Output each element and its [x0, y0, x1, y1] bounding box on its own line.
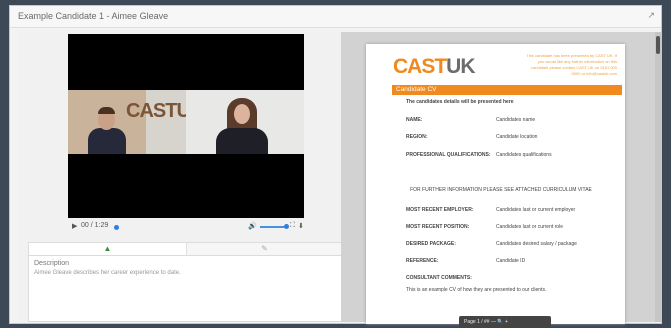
play-icon[interactable]: ▶: [72, 222, 77, 230]
video-player[interactable]: CASTUK: [68, 34, 304, 218]
cv-title-bar: Candidate CV: [392, 85, 622, 95]
download-icon[interactable]: ⬇: [298, 222, 304, 230]
volume-slider[interactable]: [260, 226, 287, 228]
description-text: Aimee Gleave describes her career experi…: [34, 270, 181, 276]
company-address: This candidate has been presented by CAS…: [526, 53, 617, 76]
volume-icon[interactable]: 🔊: [248, 222, 257, 230]
interviewer-panel: CASTUK: [68, 90, 204, 154]
castuk-logo: CASTUK: [393, 55, 476, 78]
field-value: Candidates qualifications: [496, 152, 552, 158]
candidate-window: Example Candidate 1 - Aimee Gleave ↗ CAS…: [9, 5, 662, 328]
cv-intro: The candidates details will be presented…: [406, 99, 514, 105]
pdf-viewer: CASTUK This candidate has been presented…: [341, 32, 661, 328]
further-info-note: FOR FURTHER INFORMATION PLEASE SEE ATTAC…: [410, 187, 592, 193]
left-pane: CASTUK ▶ 00 / 1:29 🔊 ⛶ ⬇ ▲ ✎ Description…: [18, 32, 342, 322]
comments-label: CONSULTANT COMMENTS:: [406, 275, 472, 281]
description-label: Description: [34, 260, 70, 267]
scroll-thumb[interactable]: [656, 36, 660, 54]
fullscreen-icon[interactable]: ⛶: [290, 222, 295, 230]
volume-knob[interactable]: [284, 224, 289, 229]
cv-document: CASTUK This candidate has been presented…: [366, 44, 625, 324]
field-value: Candidate location: [496, 134, 538, 140]
field-value: Candidates last or current employer: [496, 207, 576, 213]
field-label: MOST RECENT EMPLOYER:: [406, 207, 474, 213]
field-label: REFERENCE:: [406, 258, 439, 264]
comments-text: This is an example CV of how they are pr…: [406, 287, 547, 293]
field-label: DESIRED PACKAGE:: [406, 241, 456, 247]
tab-bar: ▲ ✎: [28, 242, 342, 256]
candidate-panel: [186, 90, 304, 154]
seek-handle[interactable]: [114, 225, 119, 230]
video-controls: ▶ 00 / 1:29 🔊 ⛶ ⬇: [68, 220, 304, 232]
expand-icon[interactable]: ↗: [647, 10, 655, 21]
field-label: REGION:: [406, 134, 428, 140]
window-title: Example Candidate 1 - Aimee Gleave: [18, 11, 169, 21]
pdf-scrollbar[interactable]: [655, 32, 661, 322]
field-label: MOST RECENT POSITION:: [406, 224, 470, 230]
pdf-page-toolbar[interactable]: Page 1 / ## — 🔍 +: [459, 316, 551, 328]
tab-notes[interactable]: ✎: [186, 243, 343, 255]
description-panel: Description Aimee Gleave describes her c…: [28, 256, 342, 322]
field-value: Candidates name: [496, 117, 536, 123]
field-value: Candidates desired salary / package: [496, 241, 577, 247]
video-frame: CASTUK: [68, 90, 304, 154]
field-label: PROFESSIONAL QUALIFICATIONS:: [406, 152, 491, 158]
time-display: 00 / 1:29: [81, 222, 109, 229]
field-label: NAME:: [406, 117, 423, 123]
window-titlebar: Example Candidate 1 - Aimee Gleave ↗: [10, 6, 661, 28]
tab-description[interactable]: ▲: [29, 243, 187, 255]
field-value: Candidates last or current role: [496, 224, 563, 230]
field-value: Candidate ID: [496, 258, 526, 264]
